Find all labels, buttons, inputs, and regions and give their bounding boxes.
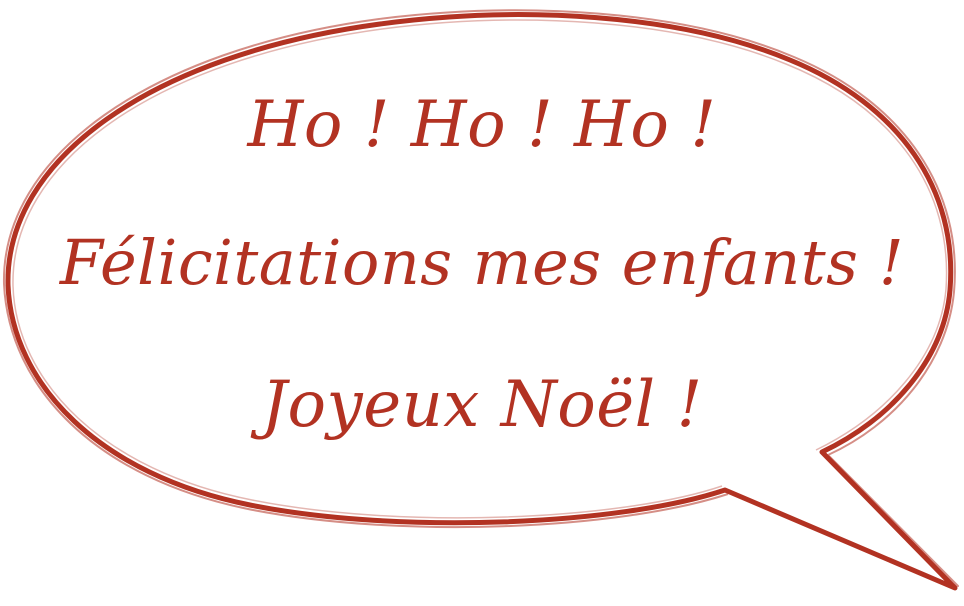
greeting-line: Ho ! Ho ! Ho ! (247, 88, 717, 162)
bubble-message: Ho ! Ho ! Ho ! Félicitations mes enfants… (0, 0, 964, 606)
congratulations-line: Félicitations mes enfants ! (59, 226, 905, 299)
speech-bubble-graphic: Ho ! Ho ! Ho ! Félicitations mes enfants… (0, 0, 964, 606)
merry-christmas-line: Joyeux Noël ! (261, 368, 703, 442)
